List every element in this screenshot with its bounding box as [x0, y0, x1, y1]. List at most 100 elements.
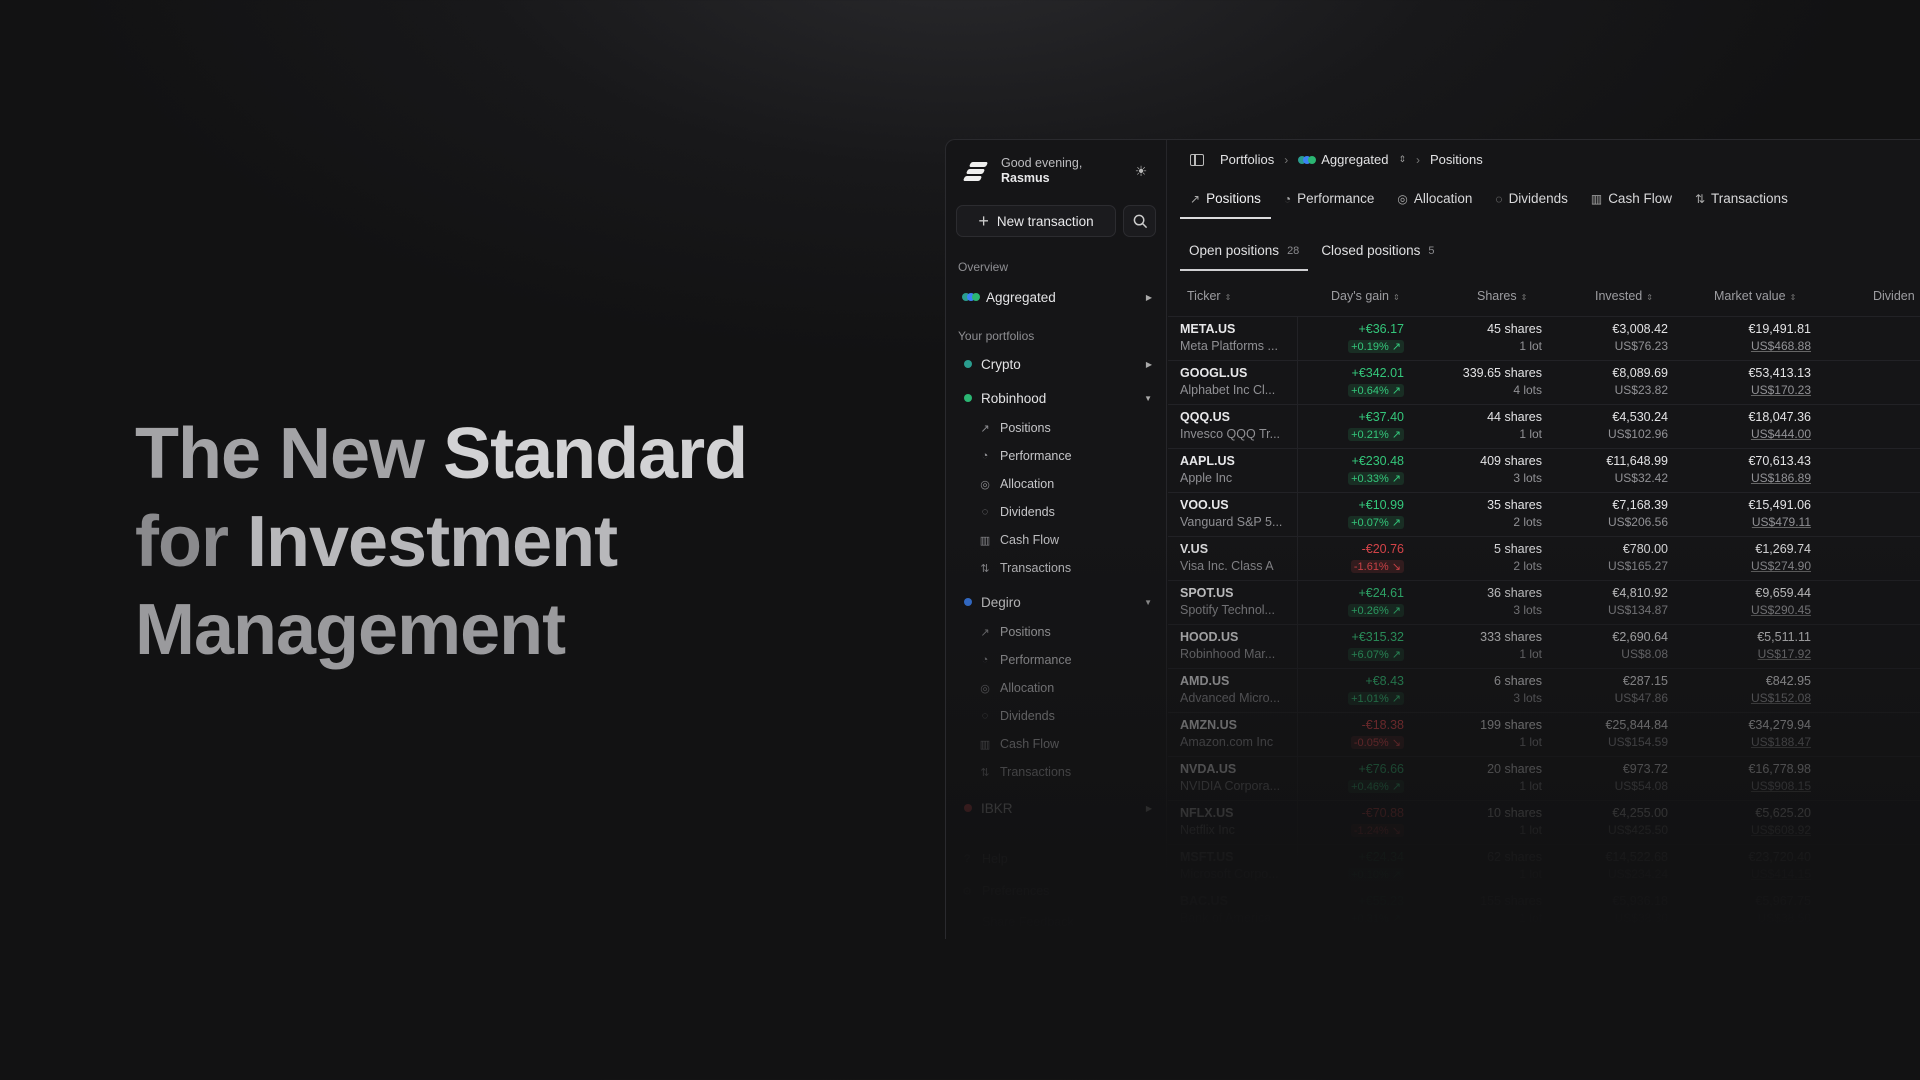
company-name: Advanced Micro...	[1180, 691, 1281, 705]
hero-line-3: Management	[135, 590, 566, 670]
tab-bar: ↗ Positions ◔ Performance ◎ Allocation ◌ Div…	[1180, 183, 1801, 219]
lots: 1 lot	[1519, 339, 1542, 353]
days-gain: +€10.99	[1358, 498, 1404, 512]
tab-dividends[interactable]: ◌ Dividends	[1485, 183, 1577, 219]
overview-label: Overview	[958, 260, 1009, 274]
table-row[interactable]: SPOT.US Spotify Technol... +€24.61 +0.26…	[1168, 580, 1920, 624]
feedback-icon: ☺	[961, 916, 973, 928]
performance-icon: ◔	[1283, 191, 1292, 206]
market-value: €842.95	[1765, 674, 1811, 688]
invested-usd: US$102.96	[1607, 427, 1668, 441]
logo-icon	[962, 160, 989, 182]
ticker: AAPL.US	[1180, 454, 1235, 468]
hero-line-1: The New Standard	[135, 414, 748, 494]
col-days-gain[interactable]: Day's gain ⇕	[1331, 289, 1400, 303]
table-row[interactable]: BAC.US Bank of America +€55.23 +0.31% ↗ …	[1168, 888, 1920, 932]
tab-transactions[interactable]: ⇅ Transactions	[1685, 183, 1798, 219]
hero-headline: The New Standard for Investment Manageme…	[135, 410, 835, 674]
your-portfolios-label: Your portfolios	[958, 329, 1035, 343]
table-row[interactable]: QQQ.US Invesco QQQ Tr... +€37.40 +0.21% …	[1168, 404, 1920, 448]
tab-open-positions[interactable]: Open positions 28	[1180, 235, 1309, 271]
degiro-performance[interactable]: ◔ Performance	[976, 650, 1072, 670]
table-row[interactable]: META.US Meta Platforms ... +€36.17 +0.19…	[1168, 316, 1920, 360]
market-value: €5,625.20	[1755, 806, 1811, 820]
market-value: €9,659.44	[1755, 586, 1811, 600]
lots: 1 lot	[1519, 867, 1542, 881]
position-subtabs: Open positions 28 Closed positions 5	[1180, 235, 1448, 271]
share-feedback-link[interactable]: ☺ Share Feedback	[958, 912, 1073, 932]
col-invested[interactable]: Invested ⇕	[1595, 289, 1653, 303]
market-value-usd: US$170.23	[1750, 383, 1811, 397]
tab-closed-positions[interactable]: Closed positions 5	[1312, 235, 1443, 271]
ticker: VOO.US	[1180, 498, 1229, 512]
sidebar-item-crypto[interactable]: Crypto ▶	[956, 351, 1158, 377]
transfer-icon: ⇅	[1694, 191, 1706, 206]
market-value-usd: US$188.47	[1750, 735, 1811, 749]
robinhood-allocation[interactable]: ◎ Allocation	[976, 474, 1054, 494]
sidebar-item-robinhood[interactable]: Robinhood ▼	[956, 385, 1158, 411]
degiro-allocation[interactable]: ◎ Allocation	[976, 678, 1054, 698]
days-gain: +€342.01	[1351, 366, 1404, 380]
table-row[interactable]: NVDA.US NVIDIA Corpora... +€76.66 +0.46%…	[1168, 756, 1920, 800]
company-name: Microsoft Corpo...	[1180, 867, 1279, 881]
lots: 3 lots	[1513, 603, 1542, 617]
robinhood-dividends[interactable]: ◌ Dividends	[976, 502, 1055, 522]
tab-allocation[interactable]: ◎ Allocation	[1387, 183, 1482, 219]
col-market-value[interactable]: Market value ⇕	[1714, 289, 1796, 303]
table-row[interactable]: VOO.US Vanguard S&P 5... +€10.99 +0.07% …	[1168, 492, 1920, 536]
col-ticker[interactable]: Ticker ⇕	[1187, 289, 1231, 303]
dividends-icon: ◌	[1495, 191, 1503, 206]
robinhood-performance[interactable]: ◔ Performance	[976, 446, 1072, 466]
sidebar-toggle-icon[interactable]	[1190, 153, 1204, 166]
table-row[interactable]: MSFT.US Microsoft Corpo... +€24.34 +0.10…	[1168, 844, 1920, 888]
table-row[interactable]: AMD.US Advanced Micro... +€8.43 +1.01% ↗…	[1168, 668, 1920, 712]
table-row[interactable]: AAPL.US Apple Inc +€230.48 +0.33% ↗ 409 …	[1168, 448, 1920, 492]
col-dividends[interactable]: Dividen	[1873, 289, 1915, 303]
ticker: AMZN.US	[1180, 718, 1237, 732]
breadcrumb-aggregated[interactable]: Aggregated	[1321, 152, 1388, 167]
invested: €14,522.68	[1605, 850, 1668, 864]
tab-cash-flow[interactable]: ▥ Cash Flow	[1581, 183, 1682, 219]
tab-performance[interactable]: ◔ Performance	[1274, 183, 1385, 219]
robinhood-positions[interactable]: ↗ Positions	[976, 418, 1050, 438]
degiro-transactions[interactable]: ⇅ Transactions	[976, 762, 1071, 782]
robinhood-cash-flow[interactable]: ▥ Cash Flow	[976, 530, 1059, 550]
tab-positions[interactable]: ↗ Positions	[1180, 183, 1271, 219]
sidebar-item-aggregated[interactable]: Aggregated ▶	[956, 284, 1158, 310]
help-icon: ?	[963, 853, 971, 865]
help-link[interactable]: ? Help	[958, 849, 1008, 869]
invested-usd: US$23.82	[1614, 383, 1668, 397]
degiro-cash-flow[interactable]: ▥ Cash Flow	[976, 734, 1059, 754]
table-row[interactable]: AMZN.US Amazon.com Inc -€18.38 -0.05% ↘ …	[1168, 712, 1920, 756]
shares: 155 shares	[1480, 894, 1542, 908]
col-shares[interactable]: Shares ⇕	[1477, 289, 1527, 303]
invested: €7,168.39	[1612, 498, 1668, 512]
search-button[interactable]	[1123, 205, 1156, 237]
main-content: Portfolios › Aggregated ⇕ › Positions ↗ P…	[1168, 140, 1920, 939]
gear-icon: ⚙	[962, 885, 972, 898]
chevron-right-icon: ▶	[1145, 359, 1152, 369]
market-value-usd: US$274.90	[1750, 559, 1811, 573]
theme-toggle-icon[interactable]: ☀	[1131, 161, 1151, 181]
breadcrumb-portfolios[interactable]: Portfolios	[1220, 152, 1274, 167]
dividends-icon: ◌	[981, 506, 989, 518]
table-row[interactable]: GOOGL.US Alphabet Inc Cl... +€342.01 +0.…	[1168, 360, 1920, 404]
lots: 2 lots	[1513, 515, 1542, 529]
market-value-usd: US$17.92	[1757, 647, 1811, 661]
market-value: €16,778.98	[1748, 762, 1811, 776]
table-row[interactable]: HOOD.US Robinhood Mar... +€315.32 +6.07%…	[1168, 624, 1920, 668]
sidebar-item-degiro[interactable]: Degiro ▼	[956, 589, 1158, 615]
sidebar-item-ibkr[interactable]: IBKR ▶	[956, 795, 1158, 821]
preferences-link[interactable]: ⚙ Preferences	[958, 881, 1049, 901]
market-value-usd: US$38.50	[1757, 911, 1811, 925]
table-row[interactable]: NFLX.US Netflix Inc -€70.88 -1.24% ↘ 10 …	[1168, 800, 1920, 844]
degiro-positions[interactable]: ↗ Positions	[976, 622, 1050, 642]
table-row[interactable]: V.US Visa Inc. Class A -€20.76 -1.61% ↘ …	[1168, 536, 1920, 580]
degiro-dividends[interactable]: ◌ Dividends	[976, 706, 1055, 726]
company-name: Netflix Inc	[1180, 823, 1235, 837]
new-transaction-button[interactable]: + New transaction	[956, 205, 1116, 237]
days-gain-pct: +0.07% ↗	[1348, 516, 1404, 529]
market-value-usd: US$468.88	[1750, 339, 1811, 353]
chevron-updown-icon[interactable]: ⇕	[1398, 154, 1406, 165]
robinhood-transactions[interactable]: ⇅ Transactions	[976, 558, 1071, 578]
